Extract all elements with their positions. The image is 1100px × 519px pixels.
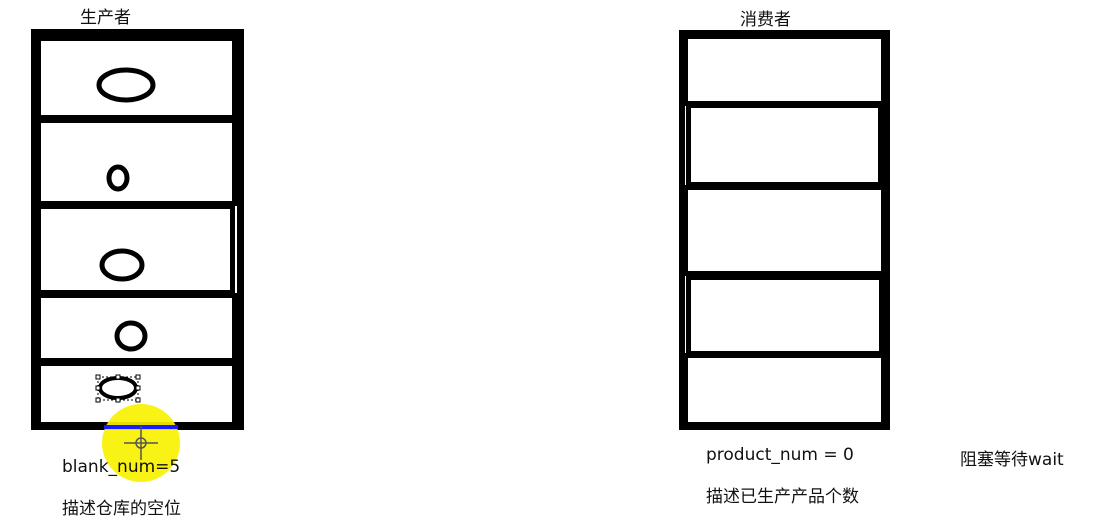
product-oval-2 <box>106 164 130 192</box>
product-oval-3 <box>99 248 145 282</box>
consumer-status: 阻塞等待wait <box>960 450 1064 470</box>
selected-product-oval <box>95 374 141 403</box>
producer-counter-label: blank_num=5 <box>62 457 181 477</box>
diagram-drawing <box>95 67 180 482</box>
product-oval-4 <box>114 320 148 352</box>
producer-description: 描述仓库的空位 <box>62 499 181 519</box>
consumer-counter-label: product_num = 0 <box>706 445 854 465</box>
consumer-description: 描述已生产产品个数 <box>706 487 859 507</box>
product-oval-1 <box>96 67 156 103</box>
